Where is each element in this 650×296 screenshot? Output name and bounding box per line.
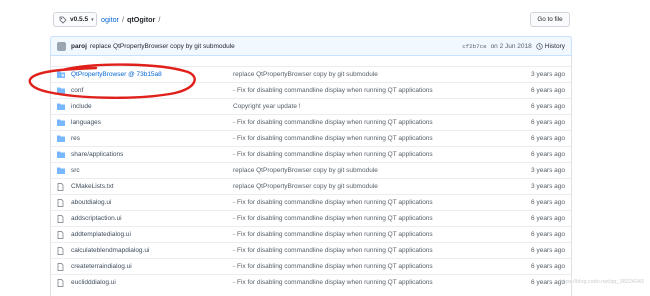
file-name-link[interactable]: res xyxy=(71,135,80,142)
file-age: 6 years ago xyxy=(531,103,565,110)
file-age: 6 years ago xyxy=(531,151,565,158)
file-name-link[interactable]: src xyxy=(71,167,80,174)
folder-icon xyxy=(57,87,65,94)
file-name-link[interactable]: addtemplatedialog.ui xyxy=(71,231,131,238)
file-row[interactable]: languages - Fix for disabling commandlin… xyxy=(51,114,571,130)
tag-icon xyxy=(59,16,67,24)
commit-message[interactable]: replace QtPropertyBrowser copy by git su… xyxy=(90,43,235,50)
file-age: 6 years ago xyxy=(531,119,565,126)
file-commit-message[interactable]: replace QtPropertyBrowser copy by git su… xyxy=(233,167,378,174)
breadcrumb-repo-link[interactable]: ogitor xyxy=(101,15,119,24)
file-name-link[interactable]: include xyxy=(71,103,92,110)
file-commit-message[interactable]: replace QtPropertyBrowser copy by git su… xyxy=(233,71,378,78)
file-commit-message[interactable]: - Fix for disabling commandline display … xyxy=(233,231,433,238)
file-age: 3 years ago xyxy=(531,167,565,174)
history-link[interactable]: History xyxy=(536,43,565,50)
breadcrumb-current: qtOgitor xyxy=(126,15,156,24)
file-name-link[interactable]: createterraindialog.ui xyxy=(71,263,132,270)
file-row[interactable]: addtemplatedialog.ui - Fix for disabling… xyxy=(51,226,571,242)
breadcrumb: ogitor / qtOgitor / xyxy=(101,15,160,24)
latest-commit-bar: paroj replace QtPropertyBrowser copy by … xyxy=(50,36,572,56)
file-commit-message[interactable]: - Fix for disabling commandline display … xyxy=(233,119,433,126)
chevron-down-icon: ▾ xyxy=(91,16,94,23)
file-row[interactable]: share/applications - Fix for disabling c… xyxy=(51,146,571,162)
file-name-link[interactable]: QtPropertyBrowser @ 73b15a8 xyxy=(71,71,162,78)
file-row[interactable]: createterraindialog.ui - Fix for disabli… xyxy=(51,258,571,274)
file-commit-message[interactable]: - Fix for disabling commandline display … xyxy=(233,279,433,286)
file-commit-message[interactable]: - Fix for disabling commandline display … xyxy=(233,247,433,254)
file-row[interactable]: include Copyright year update ! 6 years … xyxy=(51,98,571,114)
file-age: 6 years ago xyxy=(531,215,565,222)
file-row[interactable]: res - Fix for disabling commandline disp… xyxy=(51,130,571,146)
file-icon xyxy=(57,199,64,207)
file-commit-message[interactable]: - Fix for disabling commandline display … xyxy=(233,215,433,222)
file-icon xyxy=(57,279,64,287)
file-name-link[interactable]: addscriptaction.ui xyxy=(71,215,122,222)
file-icon xyxy=(57,231,64,239)
file-row[interactable]: euclidddialog.ui - Fix for disabling com… xyxy=(51,274,571,290)
file-row[interactable]: calculateblendmapdialog.ui - Fix for dis… xyxy=(51,242,571,258)
file-age: 6 years ago xyxy=(531,199,565,206)
file-icon xyxy=(57,215,64,223)
watermark-text: https://blog.csdn.net/qq_38324243 xyxy=(559,279,644,285)
folder-icon xyxy=(57,167,65,174)
file-name-link[interactable]: calculateblendmapdialog.ui xyxy=(71,247,149,254)
file-name-link[interactable]: euclidddialog.ui xyxy=(71,279,116,286)
file-age: 3 years ago xyxy=(531,71,565,78)
commit-date: on 2 Jun 2018 xyxy=(490,42,532,50)
file-name-link[interactable]: CMakeLists.txt xyxy=(71,183,114,190)
file-age: 6 years ago xyxy=(531,231,565,238)
folder-icon xyxy=(57,119,65,126)
breadcrumb-separator: / xyxy=(158,15,161,24)
file-name-link[interactable]: aboutdialog.ui xyxy=(71,199,111,206)
commit-author[interactable]: paroj xyxy=(71,43,87,50)
tag-label: v0.5.5 xyxy=(70,16,89,23)
file-commit-message[interactable]: - Fix for disabling commandline display … xyxy=(233,263,433,270)
file-commit-message[interactable]: - Fix for disabling commandline display … xyxy=(233,87,433,94)
folder-icon xyxy=(57,151,65,158)
tag-selector-button[interactable]: v0.5.5 ▾ xyxy=(53,12,97,27)
folder-icon xyxy=(57,103,65,110)
file-row[interactable]: addscriptaction.ui - Fix for disabling c… xyxy=(51,210,571,226)
file-list: QtPropertyBrowser @ 73b15a8 replace QtPr… xyxy=(50,56,572,296)
file-age: 6 years ago xyxy=(531,247,565,254)
go-to-file-button[interactable]: Go to file xyxy=(530,12,570,27)
file-name-link[interactable]: share/applications xyxy=(71,151,123,158)
commit-sha[interactable]: cf2b7ce xyxy=(462,43,486,50)
file-name-link[interactable]: conf xyxy=(71,87,83,94)
file-name-link[interactable]: languages xyxy=(71,119,101,126)
file-icon xyxy=(57,263,64,271)
file-age: 6 years ago xyxy=(531,263,565,270)
file-age: 6 years ago xyxy=(531,135,565,142)
file-age: 6 years ago xyxy=(531,87,565,94)
file-icon xyxy=(57,183,64,191)
file-row[interactable]: src replace QtPropertyBrowser copy by gi… xyxy=(51,162,571,178)
history-label: History xyxy=(544,42,565,50)
file-commit-message[interactable]: Copyright year update ! xyxy=(233,103,301,110)
breadcrumb-separator: / xyxy=(121,15,124,24)
avatar[interactable] xyxy=(57,41,66,51)
file-commit-message[interactable]: - Fix for disabling commandline display … xyxy=(233,151,433,158)
file-commit-message[interactable]: - Fix for disabling commandline display … xyxy=(233,199,433,206)
file-commit-message[interactable]: - Fix for disabling commandline display … xyxy=(233,135,433,142)
clock-icon xyxy=(536,42,543,50)
file-commit-message[interactable]: replace QtPropertyBrowser copy by git su… xyxy=(233,183,378,190)
file-row[interactable]: aboutdialog.ui - Fix for disabling comma… xyxy=(51,194,571,210)
file-row[interactable]: QtPropertyBrowser @ 73b15a8 replace QtPr… xyxy=(51,66,571,82)
file-row[interactable]: CMakeLists.txt replace QtPropertyBrowser… xyxy=(51,178,571,194)
file-row[interactable]: conf - Fix for disabling commandline dis… xyxy=(51,82,571,98)
file-icon xyxy=(57,247,64,255)
submodule-folder-icon xyxy=(57,71,65,78)
folder-icon xyxy=(57,135,65,142)
file-age: 3 years ago xyxy=(531,183,565,190)
